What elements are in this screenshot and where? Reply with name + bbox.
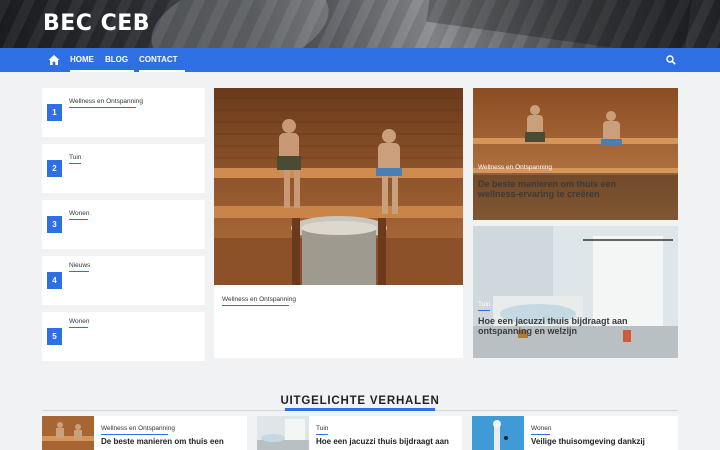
nav-item-label: CONTACT: [139, 55, 178, 64]
site-header: BEC CEB: [0, 0, 720, 48]
featured-thumbnail[interactable]: [42, 416, 94, 450]
list-item[interactable]: 2 Tuin: [42, 144, 205, 193]
main-post-image[interactable]: [214, 88, 463, 285]
list-item[interactable]: 3 Wonen: [42, 200, 205, 249]
category-link[interactable]: Nieuws: [69, 262, 90, 272]
heading-accent: [285, 408, 435, 411]
nav-item-blog[interactable]: BLOG: [104, 48, 134, 72]
nav-active-underline: [70, 70, 104, 72]
category-link[interactable]: Tuin: [69, 154, 81, 164]
side-post-image[interactable]: [473, 226, 678, 358]
featured-title[interactable]: Hoe een jacuzzi thuis bijdraagt aan: [316, 437, 456, 446]
list-item[interactable]: 4 Nieuws: [42, 256, 205, 305]
header-background-shape: [142, 0, 338, 48]
rank-number: 2: [47, 160, 62, 177]
side-post-image[interactable]: [473, 88, 678, 220]
featured-title[interactable]: De beste manieren om thuis een: [101, 437, 241, 446]
featured-category[interactable]: Wonen: [531, 425, 551, 435]
main-post-category[interactable]: Wellness en Ontspanning: [222, 296, 296, 306]
list-item[interactable]: 1 Wellness en Ontspanning: [42, 88, 205, 137]
side-post-title[interactable]: De beste manieren om thuis een wellness-…: [478, 179, 638, 199]
nav-underline: [139, 70, 185, 72]
nav-item-contact[interactable]: CONTACT: [139, 48, 185, 72]
nav-item-home[interactable]: HOME: [70, 48, 104, 72]
side-post-category[interactable]: Wellness en Ontspanning: [478, 164, 552, 174]
rank-number: 5: [47, 328, 62, 345]
header-background-shape: [426, 0, 694, 48]
category-link[interactable]: Wellness en Ontspanning: [69, 98, 143, 108]
featured-category[interactable]: Tuin: [316, 425, 328, 435]
category-link[interactable]: Wonen: [69, 318, 89, 328]
featured-title[interactable]: Veilige thuisomgeving dankzij: [531, 437, 671, 446]
nav-underline: [104, 70, 134, 72]
featured-heading: UITGELICHTE VERHALEN: [280, 395, 440, 407]
list-item[interactable]: 5 Wonen: [42, 312, 205, 361]
rank-number: 3: [47, 216, 62, 233]
featured-category[interactable]: Wellness en Ontspanning: [101, 425, 175, 435]
rank-number: 1: [47, 104, 62, 121]
search-icon[interactable]: [666, 55, 676, 65]
site-title[interactable]: BEC CEB: [43, 11, 150, 36]
featured-thumbnail[interactable]: [257, 416, 309, 450]
rank-number: 4: [47, 272, 62, 289]
main-nav: HOME BLOG CONTACT: [0, 48, 720, 72]
home-icon[interactable]: [48, 54, 60, 66]
category-link[interactable]: Wonen: [69, 210, 89, 220]
nav-item-label: HOME: [70, 55, 94, 64]
featured-thumbnail[interactable]: [472, 416, 524, 450]
side-post-category[interactable]: Tuin: [478, 301, 490, 311]
nav-item-label: BLOG: [105, 55, 129, 64]
side-post-title[interactable]: Hoe een jacuzzi thuis bijdraagt aan onts…: [478, 316, 643, 336]
